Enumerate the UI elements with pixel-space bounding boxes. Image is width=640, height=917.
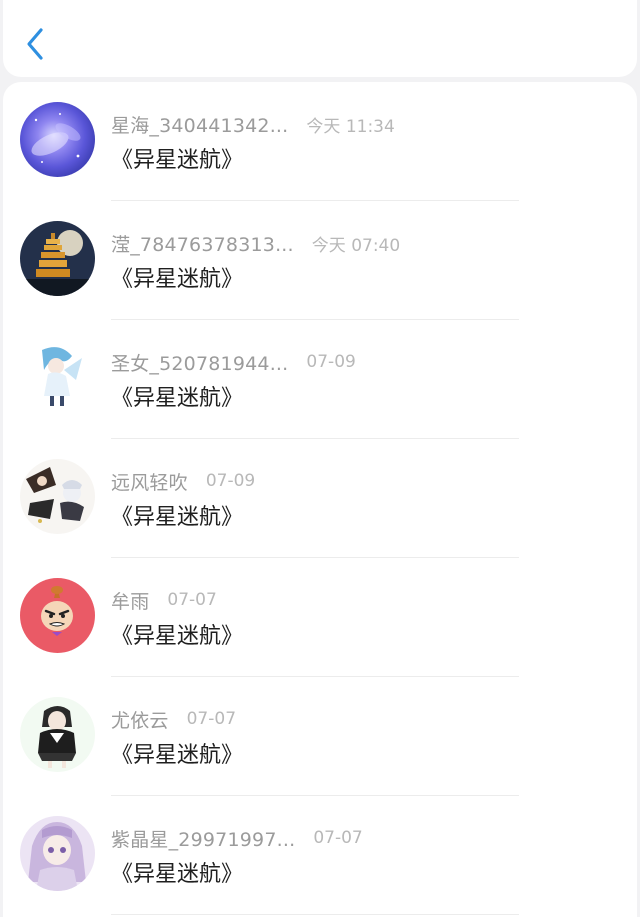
conversation-row[interactable]: 远风轻吹 07-09 《异星迷航》 [3, 439, 637, 558]
conversation-meta: 星海_340441342... 今天 11:34 [111, 111, 395, 137]
message-preview: 《异星迷航》 [111, 862, 244, 887]
row-divider [111, 914, 519, 915]
anime-girl-dark-avatar[interactable] [20, 697, 95, 772]
conversation-row[interactable]: 滢_78476378313... 今天 07:40 《异星迷航》 [3, 201, 637, 320]
message-preview: 《异星迷航》 [111, 267, 244, 292]
message-preview: 《异星迷航》 [111, 743, 244, 768]
sender-name: 远风轻吹 [111, 471, 188, 494]
conversation-row[interactable]: 星海_340441342... 今天 11:34 《异星迷航》 [3, 82, 637, 201]
conversation-meta: 牟雨 07-07 [111, 587, 217, 613]
little-my-avatar[interactable] [20, 578, 95, 653]
anime-girl-purple-avatar[interactable] [20, 816, 95, 891]
galaxy-avatar[interactable] [20, 102, 95, 177]
conversation-row[interactable]: 牟雨 07-07 《异星迷航》 [3, 558, 637, 677]
sender-name: 滢_78476378313... [111, 233, 294, 256]
conversation-row[interactable]: 紫晶星_29971997... 07-07 《异星迷航》 [3, 796, 637, 915]
sender-name: 紫晶星_29971997... [111, 828, 296, 851]
anime-duo-avatar[interactable] [20, 459, 95, 534]
conversation-meta: 圣女_520781944... 07-09 [111, 349, 356, 375]
sender-name: 牟雨 [111, 590, 150, 613]
sender-name: 圣女_520781944... [111, 352, 289, 375]
conversation-meta: 尤依云 07-07 [111, 706, 236, 732]
conversation-list: 星海_340441342... 今天 11:34 《异星迷航》 滢_784763… [3, 82, 637, 917]
timestamp: 07-09 [306, 352, 356, 372]
conversation-row[interactable]: 尤依云 07-07 《异星迷航》 [3, 677, 637, 796]
conversation-row[interactable]: 圣女_520781944... 07-09 《异星迷航》 [3, 320, 637, 439]
chevron-left-icon [27, 28, 43, 60]
conversation-meta: 远风轻吹 07-09 [111, 468, 255, 494]
top-navigation-bar [3, 0, 637, 77]
timestamp: 07-07 [313, 828, 363, 848]
conversation-meta: 滢_78476378313... 今天 07:40 [111, 230, 400, 256]
message-preview: 《异星迷航》 [111, 505, 244, 530]
timestamp: 07-07 [167, 590, 217, 610]
conversation-meta: 紫晶星_29971997... 07-07 [111, 825, 363, 851]
timestamp: 今天 07:40 [311, 235, 401, 256]
timestamp: 07-07 [186, 709, 237, 729]
anime-girl-blue-avatar[interactable] [20, 340, 95, 415]
message-preview: 《异星迷航》 [111, 148, 244, 173]
back-button[interactable] [21, 26, 53, 62]
sender-name: 尤依云 [111, 709, 169, 732]
message-preview: 《异星迷航》 [111, 386, 244, 411]
sender-name: 星海_340441342... [111, 114, 289, 137]
timestamp: 07-09 [205, 471, 256, 491]
timestamp: 今天 11:34 [306, 116, 395, 137]
message-preview: 《异星迷航》 [111, 624, 244, 649]
pagoda-night-avatar[interactable] [20, 221, 95, 296]
